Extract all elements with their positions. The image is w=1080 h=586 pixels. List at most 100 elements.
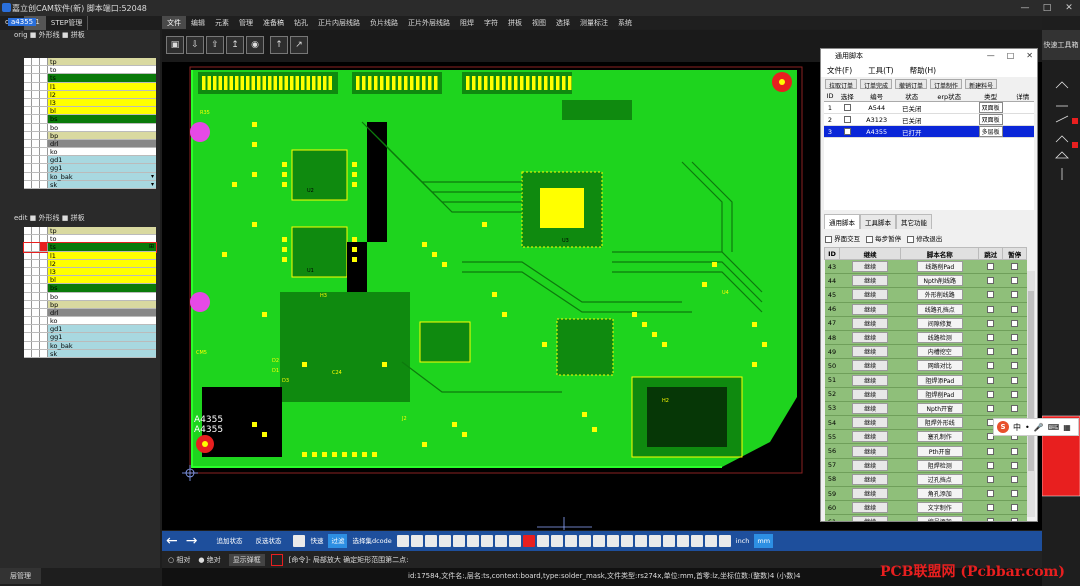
step-script-button[interactable]: 塞孔制作 bbox=[916, 431, 963, 443]
skip-checkbox[interactable] bbox=[978, 514, 1003, 521]
layer-row[interactable]: bp bbox=[24, 131, 156, 140]
step-script-button[interactable]: 角孔添加 bbox=[916, 488, 963, 500]
continue-button[interactable]: 继续 bbox=[852, 360, 889, 372]
send-icon[interactable]: ↗ bbox=[290, 36, 308, 54]
layer-visible-checkbox[interactable] bbox=[24, 333, 32, 341]
layer-visible-checkbox[interactable] bbox=[24, 90, 32, 98]
skip-checkbox[interactable] bbox=[978, 401, 1003, 417]
skip-checkbox[interactable] bbox=[978, 458, 1003, 473]
layer-active-checkbox[interactable] bbox=[40, 107, 48, 115]
layer-lock-checkbox[interactable] bbox=[32, 58, 40, 66]
continue-button[interactable]: 继续 bbox=[852, 374, 889, 386]
layer-row[interactable]: l1 bbox=[24, 251, 156, 260]
sogou-icon[interactable]: S bbox=[997, 421, 1009, 433]
draw-tool-icon[interactable] bbox=[424, 535, 437, 547]
draw-tool-icon[interactable] bbox=[494, 535, 507, 547]
layer-row[interactable]: gd1 bbox=[24, 156, 156, 165]
layer-row[interactable]: drl bbox=[24, 308, 156, 318]
pause-checkbox[interactable] bbox=[1002, 259, 1027, 275]
layer-row[interactable]: to bbox=[24, 66, 156, 75]
layer-lock-checkbox[interactable] bbox=[32, 300, 40, 308]
upload-file-icon[interactable]: ↑ bbox=[270, 36, 288, 54]
layer-row[interactable]: bs bbox=[24, 115, 156, 124]
layer-lock-checkbox[interactable] bbox=[32, 251, 40, 259]
tab-step-manager[interactable]: STEP管理 bbox=[46, 16, 89, 30]
layer-lock-checkbox[interactable] bbox=[32, 74, 40, 82]
continue-button[interactable]: 继续 bbox=[852, 388, 889, 400]
layer-active-checkbox[interactable] bbox=[40, 276, 48, 284]
draw-tool-icon[interactable] bbox=[704, 535, 717, 547]
ime-menu-icon[interactable]: ▦ bbox=[1063, 423, 1071, 432]
layer-active-checkbox[interactable] bbox=[40, 115, 48, 123]
layer-lock-checkbox[interactable] bbox=[32, 333, 40, 341]
layer-visible-checkbox[interactable] bbox=[24, 349, 32, 357]
layer-row[interactable]: l3 bbox=[24, 98, 156, 108]
tab-layer-manager[interactable]: 层管理 bbox=[0, 568, 41, 584]
layer-row[interactable]: sk ▾ bbox=[24, 180, 156, 189]
layer-active-checkbox[interactable] bbox=[40, 284, 48, 292]
draw-tool-icon[interactable] bbox=[452, 535, 465, 547]
orig-outline-option[interactable]: 外形线 bbox=[39, 31, 60, 39]
layer-active-checkbox[interactable] bbox=[40, 139, 48, 148]
draw-tool-icon[interactable] bbox=[676, 535, 689, 547]
continue-button[interactable]: 继续 bbox=[852, 516, 889, 521]
layer-lock-checkbox[interactable] bbox=[32, 164, 40, 172]
pause-checkbox[interactable] bbox=[1002, 443, 1027, 459]
layer-visible-checkbox[interactable] bbox=[24, 172, 32, 180]
step-node[interactable]: a4355 bbox=[8, 18, 37, 26]
cancel-order-button[interactable]: 撤销订单 bbox=[895, 79, 928, 90]
step-script-button[interactable]: 阻焊检测 bbox=[916, 459, 963, 471]
arrow-left-icon[interactable]: ← bbox=[163, 534, 181, 548]
punct-icon[interactable]: • bbox=[1025, 423, 1030, 432]
layer-visible-checkbox[interactable] bbox=[24, 131, 32, 139]
layer-visible-checkbox[interactable] bbox=[24, 82, 32, 90]
layer-row[interactable]: ko bbox=[24, 148, 156, 157]
step-script-button[interactable]: 线路孔挡点 bbox=[916, 303, 963, 315]
layer-active-checkbox[interactable] bbox=[40, 164, 48, 172]
menu-item[interactable]: 正片内层线路 bbox=[313, 16, 365, 29]
layer-row[interactable]: ko_bak bbox=[24, 341, 156, 350]
skip-checkbox[interactable] bbox=[978, 486, 1003, 502]
layer-lock-checkbox[interactable] bbox=[32, 139, 40, 148]
layer-lock-checkbox[interactable] bbox=[32, 107, 40, 115]
layer-active-checkbox[interactable] bbox=[40, 292, 48, 300]
layer-lock-checkbox[interactable] bbox=[32, 180, 40, 188]
layer-active-checkbox[interactable] bbox=[40, 267, 48, 276]
layer-row[interactable]: to bbox=[24, 235, 156, 244]
layer-lock-checkbox[interactable] bbox=[32, 227, 40, 235]
skip-checkbox[interactable] bbox=[978, 358, 1003, 374]
edit-panel-option[interactable]: 拼板 bbox=[71, 214, 85, 222]
chevron-down-icon[interactable]: ▾ bbox=[151, 181, 154, 189]
layer-row[interactable]: tp bbox=[24, 58, 156, 67]
layer-visible-checkbox[interactable] bbox=[24, 284, 32, 292]
menu-tools[interactable]: 工具(T) bbox=[868, 65, 893, 75]
skip-checkbox[interactable] bbox=[978, 373, 1003, 388]
draw-tool-icon[interactable] bbox=[662, 535, 675, 547]
draw-tool-icon[interactable] bbox=[718, 535, 731, 547]
continue-button[interactable]: 继续 bbox=[852, 488, 889, 500]
menu-item[interactable]: 编辑 bbox=[186, 16, 210, 29]
order-detail[interactable] bbox=[1011, 101, 1034, 114]
order-type[interactable]: 双面板 bbox=[969, 113, 1012, 126]
opt-interactive[interactable]: 界面交互 bbox=[825, 233, 860, 243]
order-row[interactable]: 1 A544 已关闭 双面板 bbox=[824, 101, 1034, 114]
layer-row[interactable]: sk bbox=[24, 349, 156, 358]
layer-visible-checkbox[interactable] bbox=[24, 243, 32, 251]
layer-visible-checkbox[interactable] bbox=[24, 66, 32, 74]
step-script-button[interactable]: 间隙修复 bbox=[916, 317, 963, 329]
order-type-combo[interactable]: 双面板 bbox=[978, 102, 1003, 113]
skip-checkbox[interactable] bbox=[978, 330, 1003, 346]
layer-lock-checkbox[interactable] bbox=[32, 131, 40, 139]
layer-row[interactable]: bl bbox=[24, 107, 156, 116]
pull-order-button[interactable]: 拉取订单 bbox=[825, 79, 858, 90]
command-prompt[interactable]: [命令]- 局部放大 确定矩形范围第二点: bbox=[289, 555, 409, 565]
layer-active-checkbox[interactable] bbox=[40, 349, 48, 357]
layer-row[interactable]: ts ⊞ bbox=[23, 242, 157, 253]
order-row[interactable]: 3 A4355 已打开 多层板 bbox=[824, 125, 1034, 138]
pause-checkbox[interactable] bbox=[1002, 273, 1027, 289]
skip-checkbox[interactable] bbox=[978, 344, 1003, 360]
draw-tool-icon[interactable] bbox=[396, 535, 409, 547]
opt-step-pause[interactable]: 每步暂停 bbox=[866, 233, 901, 243]
layer-active-checkbox[interactable] bbox=[40, 156, 48, 164]
layer-row[interactable]: bl bbox=[24, 276, 156, 285]
